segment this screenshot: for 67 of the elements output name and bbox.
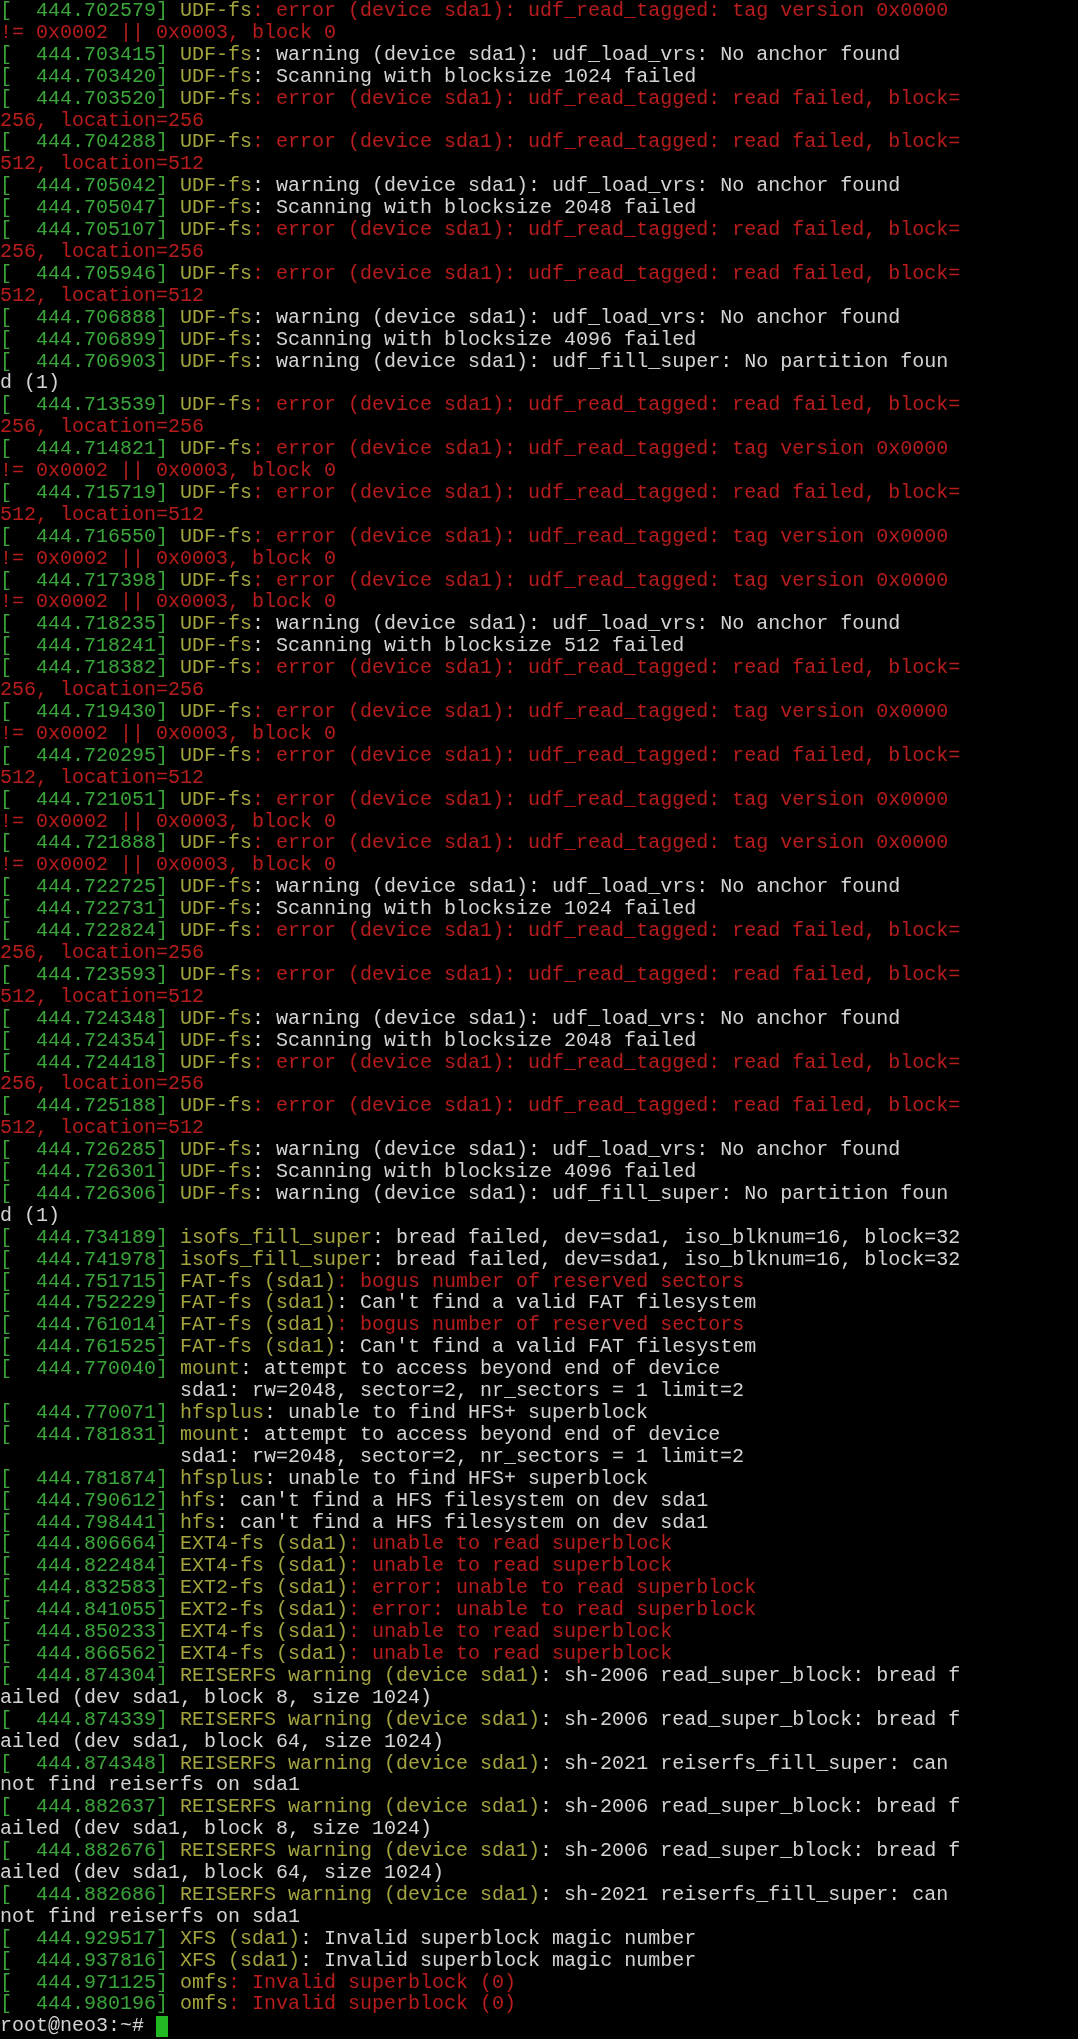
log-line: [ 444.721888] UDF-fs: error (device sda1): udf_read_tagged: tag version 0x0000 != 0x0002 || 0x0003, block 0 [0, 832, 950, 877]
log-line: [ 444.718235] UDF-fs: warning (device sda1): udf_load_vrs: No anchor found [0, 613, 902, 636]
log-line: [ 444.841055] EXT2-fs (sda1): error: unable to read superblock [0, 1599, 758, 1622]
log-line: [ 444.781831] mount: attempt to access beyond end of device [0, 1423, 722, 1446]
log-line: [ 444.714821] UDF-fs: error (device sda1): udf_read_tagged: tag version 0x0000 != 0x0002 || 0x0003, block 0 [0, 438, 950, 482]
cursor [156, 2015, 169, 2037]
log-line: [ 444.722824] UDF-fs: error (device sda1): udf_read_tagged: read failed, block=256, location=256 [0, 920, 962, 964]
log-line: sda1: rw=2048, sector=2, nr_sectors = 1 limit=2 [179, 1445, 746, 1468]
log-line: [ 444.781874] hfsplus: unable to find HFS+ superblock [0, 1467, 650, 1490]
log-line: [ 444.937816] XFS (sda1): Invalid superblock magic number [0, 1949, 698, 1972]
log-line: [ 444.704288] UDF-fs: error (device sda1): udf_read_tagged: read failed, block=512, location=512 [0, 131, 962, 176]
log-line: [ 444.761525] FAT-fs (sda1): Can't find a valid FAT filesystem [0, 1336, 758, 1359]
log-line: [ 444.874348] REISERFS warning (device sda1): sh-2021 reiserfs_fill_super: can not find reiserfs on sda1 [0, 1752, 950, 1797]
shell-prompt: root@neo3:~# [0, 2015, 146, 2038]
log-line: [ 444.761014] FAT-fs (sda1): bogus number of reserved sectors [0, 1314, 746, 1337]
log-line: [ 444.832583] EXT2-fs (sda1): error: unable to read superblock [0, 1577, 758, 1600]
log-line: [ 444.790612] hfs: can't find a HFS filesystem on dev sda1 [0, 1489, 710, 1512]
log-line: [ 444.724418] UDF-fs: error (device sda1): udf_read_tagged: read failed, block=256, location=256 [0, 1051, 962, 1096]
log-line: [ 444.770040] mount: attempt to access beyond end of device [0, 1358, 722, 1381]
log-line: [ 444.721051] UDF-fs: error (device sda1): udf_read_tagged: tag version 0x0000 != 0x0002 || 0x0003, block 0 [0, 788, 950, 833]
log-line: [ 444.806664] EXT4-fs (sda1): unable to read superblock [0, 1533, 674, 1556]
log-line: [ 444.703420] UDF-fs: Scanning with blocksize 1024 failed [0, 65, 698, 88]
log-line: [ 444.706903] UDF-fs: warning (device sda1): udf_fill_super: No partition found (1) [0, 350, 950, 395]
log-line: [ 444.718382] UDF-fs: error (device sda1): udf_read_tagged: read failed, block=256, location=256 [0, 657, 962, 701]
log-line: [ 444.741978] isofs_fill_super: bread failed, dev=sda1, iso_blknum=16, block=32 [0, 1248, 962, 1271]
log-line: [ 444.798441] hfs: can't find a HFS filesystem on dev sda1 [0, 1511, 710, 1534]
log-line: [ 444.929517] XFS (sda1): Invalid superblock magic number [0, 1927, 698, 1950]
log-line: [ 444.702579] UDF-fs: error (device sda1): udf_read_tagged: tag version 0x0000 != 0x0002 || 0x0003, block 0 [0, 0, 950, 44]
log-line: [ 444.822484] EXT4-fs (sda1): unable to read superblock [0, 1555, 674, 1578]
log-line: [ 444.874339] REISERFS warning (device sda1): sh-2006 read_super_block: bread failed (dev sda1, block 64, size 1024) [0, 1708, 962, 1753]
log-line: [ 444.971125] omfs: Invalid superblock (0) [0, 1971, 518, 1994]
log-line: [ 444.751715] FAT-fs (sda1): bogus number of reserved sectors [0, 1270, 746, 1293]
log-line: [ 444.716550] UDF-fs: error (device sda1): udf_read_tagged: tag version 0x0000 != 0x0002 || 0x0003, block 0 [0, 525, 950, 570]
log-line: [ 444.722725] UDF-fs: warning (device sda1): udf_load_vrs: No anchor found [0, 876, 902, 899]
log-line: [ 444.703520] UDF-fs: error (device sda1): udf_read_tagged: read failed, block=256, location=256 [0, 87, 962, 132]
log-line: [ 444.718241] UDF-fs: Scanning with blocksize 512 failed [0, 635, 686, 658]
log-line: [ 444.717398] UDF-fs: error (device sda1): udf_read_tagged: tag version 0x0000 != 0x0002 || 0x0003, block 0 [0, 569, 950, 614]
log-line: [ 444.723593] UDF-fs: error (device sda1): udf_read_tagged: read failed, block=512, location=512 [0, 963, 962, 1008]
log-line: [ 444.874304] REISERFS warning (device sda1): sh-2006 read_super_block: bread failed (dev sda1, block 8, size 1024) [0, 1664, 962, 1709]
log-line: [ 444.726285] UDF-fs: warning (device sda1): udf_load_vrs: No anchor found [0, 1139, 902, 1162]
log-line: [ 444.724348] UDF-fs: warning (device sda1): udf_load_vrs: No anchor found [0, 1007, 902, 1030]
log-line: [ 444.882637] REISERFS warning (device sda1): sh-2006 read_super_block: bread failed (dev sda1, block 8, size 1024) [0, 1796, 962, 1841]
log-line: [ 444.705047] UDF-fs: Scanning with blocksize 2048 failed [0, 197, 698, 220]
log-line: [ 444.734189] isofs_fill_super: bread failed, dev=sda1, iso_blknum=16, block=32 [0, 1226, 962, 1249]
log-line: [ 444.719430] UDF-fs: error (device sda1): udf_read_tagged: tag version 0x0000 != 0x0002 || 0x0003, block 0 [0, 701, 950, 745]
log-line: [ 444.706899] UDF-fs: Scanning with blocksize 4096 failed [0, 328, 698, 351]
log-line: [ 444.715719] UDF-fs: error (device sda1): udf_read_tagged: read failed, block=512, location=512 [0, 481, 962, 526]
log-line: [ 444.706888] UDF-fs: warning (device sda1): udf_load_vrs: No anchor found [0, 306, 902, 329]
log-line: [ 444.705946] UDF-fs: error (device sda1): udf_read_tagged: read failed, block=512, location=512 [0, 262, 962, 307]
log-line: [ 444.722731] UDF-fs: Scanning with blocksize 1024 failed [0, 898, 698, 921]
log-line: [ 444.882676] REISERFS warning (device sda1): sh-2006 read_super_block: bread failed (dev sda1, block 64, size 1024) [0, 1840, 962, 1884]
log-line: [ 444.705042] UDF-fs: warning (device sda1): udf_load_vrs: No anchor found [0, 175, 902, 198]
log-line: [ 444.726301] UDF-fs: Scanning with blocksize 4096 failed [0, 1161, 698, 1183]
log-line: [ 444.720295] UDF-fs: error (device sda1): udf_read_tagged: read failed, block=512, location=512 [0, 744, 962, 789]
log-line: [ 444.752229] FAT-fs (sda1): Can't find a valid FAT filesystem [0, 1292, 758, 1315]
log-line: [ 444.980196] omfs: Invalid superblock (0) [0, 1993, 518, 2016]
log-line: [ 444.724354] UDF-fs: Scanning with blocksize 2048 failed [0, 1029, 698, 1052]
log-line: [ 444.770071] hfsplus: unable to find HFS+ superblock [0, 1402, 650, 1424]
log-line: [ 444.866562] EXT4-fs (sda1): unable to read superblock [0, 1642, 674, 1665]
log-line: [ 444.725188] UDF-fs: error (device sda1): udf_read_tagged: read failed, block=512, location=512 [0, 1095, 962, 1140]
log-line: [ 444.705107] UDF-fs: error (device sda1): udf_read_tagged: read failed, block=256, location=256 [0, 219, 962, 263]
log-line: [ 444.713539] UDF-fs: error (device sda1): udf_read_tagged: read failed, block=256, location=256 [0, 394, 962, 439]
log-line: [ 444.703415] UDF-fs: warning (device sda1): udf_load_vrs: No anchor found [0, 43, 902, 66]
log-line: [ 444.882686] REISERFS warning (device sda1): sh-2021 reiserfs_fill_super: can not find reiserfs on sda1 [0, 1883, 950, 1928]
log-line: [ 444.850233] EXT4-fs (sda1): unable to read superblock [0, 1621, 674, 1643]
log-line: [ 444.726306] UDF-fs: warning (device sda1): udf_fill_super: No partition found (1) [0, 1182, 950, 1227]
log-line: sda1: rw=2048, sector=2, nr_sectors = 1 limit=2 [179, 1380, 746, 1402]
